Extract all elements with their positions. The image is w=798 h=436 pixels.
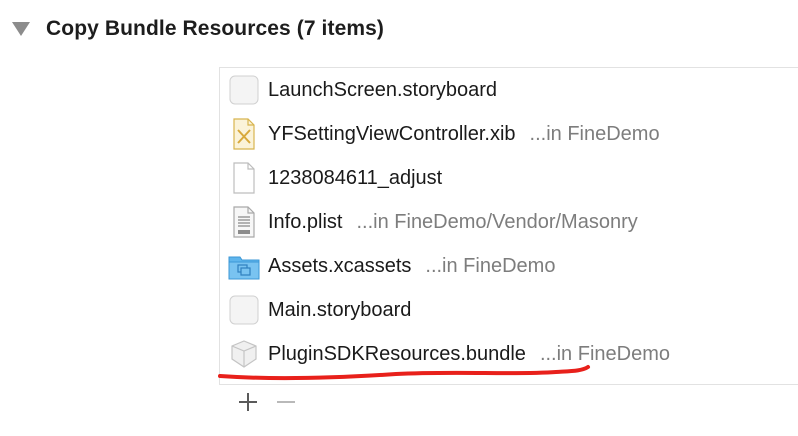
list-item[interactable]: LaunchScreen.storyboard xyxy=(220,68,798,112)
file-name: YFSettingViewController.xib xyxy=(268,122,516,145)
add-button[interactable] xyxy=(234,388,262,416)
list-item[interactable]: Info.plist ...in FineDemo/Vendor/Masonry xyxy=(220,200,798,244)
minus-icon xyxy=(277,401,295,403)
file-location: ...in FineDemo xyxy=(425,254,556,277)
file-name: Info.plist xyxy=(268,210,343,233)
list-toolbar xyxy=(234,388,310,416)
file-location: ...in FineDemo xyxy=(529,122,660,145)
resource-list: LaunchScreen.storyboard YFSettingViewCon… xyxy=(219,67,798,385)
file-name: LaunchScreen.storyboard xyxy=(268,78,498,101)
annotation-underline xyxy=(218,365,590,381)
file-name: Assets.xcassets xyxy=(268,254,412,277)
plus-icon xyxy=(239,393,257,411)
list-item[interactable]: Main.storyboard xyxy=(220,288,798,332)
asset-folder-icon xyxy=(228,250,260,282)
blank-file-icon xyxy=(228,162,260,194)
section-header[interactable]: Copy Bundle Resources (7 items) xyxy=(12,14,384,44)
file-name: Main.storyboard xyxy=(268,298,412,321)
list-item[interactable]: 1238084611_adjust xyxy=(220,156,798,200)
disclosure-triangle-icon[interactable] xyxy=(12,22,30,36)
build-phase-panel: Copy Bundle Resources (7 items) LaunchSc… xyxy=(0,0,798,436)
list-item[interactable]: Assets.xcassets ...in FineDemo xyxy=(220,244,798,288)
file-location: ...in FineDemo/Vendor/Masonry xyxy=(356,210,638,233)
plist-icon xyxy=(228,206,260,238)
storyboard-icon xyxy=(228,294,260,326)
file-name: 1238084611_adjust xyxy=(268,166,443,189)
list-item[interactable]: YFSettingViewController.xib ...in FineDe… xyxy=(220,112,798,156)
remove-button[interactable] xyxy=(272,388,300,416)
storyboard-icon xyxy=(228,74,260,106)
section-title: Copy Bundle Resources (7 items) xyxy=(46,17,385,40)
xib-icon xyxy=(228,118,260,150)
